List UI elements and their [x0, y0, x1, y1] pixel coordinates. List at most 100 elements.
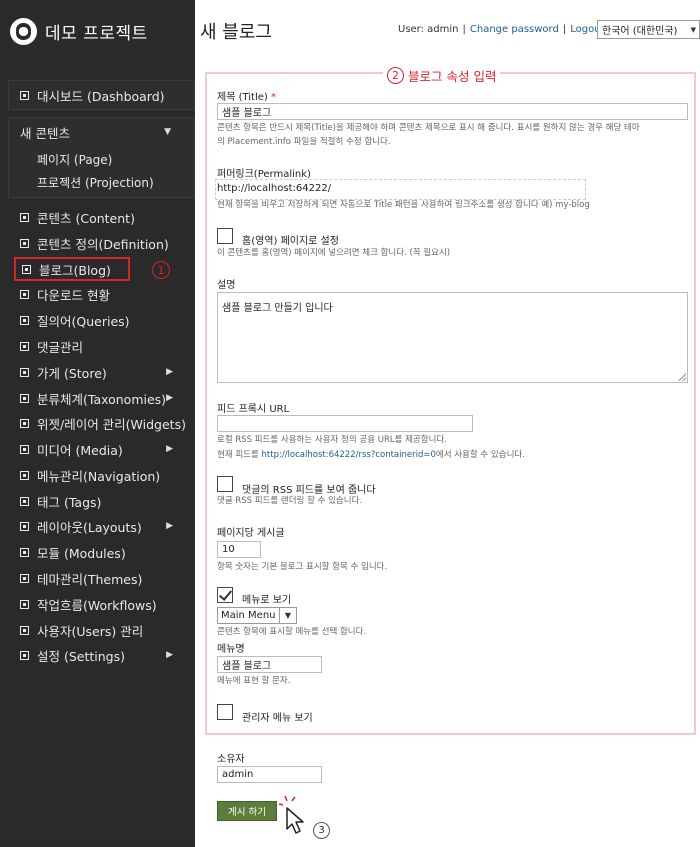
menu-select-value: Main Menu — [221, 610, 276, 621]
home-page-label: 홈(영역) 페이지로 설정 — [242, 236, 339, 247]
user-bar: User: admin | Change password | Logout — [398, 24, 604, 35]
sidebar-item-label: 테마관리(Themes) — [37, 571, 143, 587]
bullet-icon — [20, 90, 29, 100]
feed-proxy-input[interactable] — [217, 415, 473, 432]
app-title: 데모 프로젝트 — [45, 24, 148, 44]
sidebar-subitem-page[interactable]: 페이지 (Page) — [37, 151, 112, 168]
sidebar-item-content[interactable]: 콘텐츠 (Content) — [8, 204, 195, 230]
sidebar-item-label: 블로그(Blog) — [39, 262, 111, 278]
bullet-icon — [20, 470, 29, 480]
sidebar-item-label: 미디어 (Media) — [37, 442, 123, 458]
bullet-icon — [20, 625, 29, 635]
sidebar-item-label: 작업흐름(Workflows) — [37, 597, 157, 613]
change-password-link[interactable]: Change password — [470, 24, 559, 35]
chevron-down-icon: ▼ — [690, 26, 696, 34]
separator: | — [562, 24, 567, 35]
menu-hint: 콘텐츠 항목에 표시할 메뉴를 선택 합니다. — [217, 627, 367, 637]
bullet-icon — [20, 547, 29, 557]
title-hint-2: 의 Placement.info 파일을 적절히 수정 합니다. — [217, 137, 391, 147]
menu-name-input[interactable]: 샘플 블로그 — [217, 656, 322, 673]
sidebar-item-workflows[interactable]: 작업흐름(Workflows) — [8, 591, 195, 617]
title-input[interactable]: 샘플 블로그 — [217, 103, 688, 120]
description-textarea[interactable]: 샘플 블로그 만들기 입니다 — [217, 292, 688, 383]
sidebar-item-label: 모듈 (Modules) — [37, 545, 126, 561]
sidebar-item-label: 가게 (Store) — [37, 365, 107, 381]
sidebar-item-label: 설정 (Settings) — [37, 648, 125, 664]
chevron-down-icon: ▼ — [164, 127, 171, 137]
admin-menu-checkbox[interactable] — [217, 704, 233, 720]
feed-hint-1: 로컬 RSS 피드를 사용하는 사용자 정의 공용 URL를 제공합니다. — [217, 435, 447, 445]
publish-button[interactable]: 게시 하기 — [217, 801, 277, 821]
title-label: 제목 (Title) * — [217, 88, 276, 103]
title-hint-1: 콘텐츠 항목은 반드시 제목(Title)을 제공해야 하며 콘텐츠 제목으로 … — [217, 123, 640, 133]
show-menu-checkbox[interactable] — [217, 587, 233, 603]
sidebar-item-label: 분류체계(Taxonomies) — [37, 391, 167, 407]
sidebar-item-definition[interactable]: 콘텐츠 정의(Definition) — [8, 230, 195, 256]
sidebar-item-users[interactable]: 사용자(Users) 관리 — [8, 617, 195, 643]
sidebar-item-taxonomies[interactable]: 분류체계(Taxonomies) ▶ — [8, 385, 195, 411]
bullet-icon — [20, 393, 29, 403]
sidebar-item-modules[interactable]: 모듈 (Modules) — [8, 539, 195, 565]
feed-hint-2-prefix: 현재 피드를 — [217, 450, 262, 460]
chevron-right-icon: ▶ — [166, 521, 173, 531]
chevron-right-icon: ▶ — [166, 444, 173, 454]
menu-name-label: 메뉴명 — [217, 644, 245, 655]
menu-name-hint: 메뉴에 표현 할 문자. — [217, 676, 291, 686]
chevron-down-icon: ▼ — [279, 608, 296, 623]
bullet-icon — [20, 289, 29, 299]
sidebar-item-queries[interactable]: 질의어(Queries) — [8, 307, 195, 333]
menu-select[interactable]: Main Menu ▼ — [217, 607, 297, 624]
sidebar-item-media[interactable]: 미디어 (Media) ▶ — [8, 436, 195, 462]
owner-label: 소유자 — [217, 754, 245, 765]
bullet-icon — [20, 212, 29, 222]
language-select[interactable]: 한국어 (대한민국) ▼ — [597, 20, 700, 39]
bullet-icon — [20, 496, 29, 506]
user-name: User: admin — [398, 24, 459, 35]
sidebar-item-blog[interactable]: 블로그(Blog) — [14, 257, 130, 281]
comment-rss-checkbox[interactable] — [217, 476, 233, 492]
show-menu-label: 메뉴로 보기 — [242, 595, 292, 606]
sidebar-item-label: 댓글관리 — [37, 339, 84, 355]
description-text: 샘플 블로그 만들기 입니다 — [222, 303, 333, 314]
page-title: 새 블로그 — [200, 22, 272, 43]
bullet-icon — [20, 238, 29, 248]
resize-grip-icon[interactable] — [678, 373, 686, 381]
permalink-hint: 현재 항목을 비우고 저장하게 되면 자동으로 Title 패턴을 사용하여 링… — [217, 200, 590, 210]
sidebar-item-label: 레이아웃(Layouts) — [37, 519, 142, 535]
sidebar-item-new-content[interactable]: 새 콘텐츠 ▼ — [8, 119, 195, 145]
sidebar-item-widgets[interactable]: 위젯/레이어 관리(Widgets) — [8, 410, 195, 436]
home-page-checkbox[interactable] — [217, 228, 233, 244]
per-page-label: 페이지당 게시글 — [217, 528, 285, 539]
home-page-hint: 이 콘텐츠를 홈(영역) 페이지에 넣으려면 체크 합니다. (꼭 필요시) — [217, 248, 451, 258]
per-page-hint: 항목 숫자는 기본 블로그 표시할 항목 수 입니다. — [217, 562, 388, 572]
permalink-input[interactable]: http://localhost:64222/ — [217, 183, 331, 194]
comment-rss-hint: 댓글 RSS 피드를 렌더링 할 수 있습니다. — [217, 496, 363, 506]
owner-input[interactable]: admin — [217, 766, 322, 783]
bullet-icon — [20, 573, 29, 583]
per-page-input[interactable]: 10 — [217, 541, 261, 558]
feed-proxy-label: 피드 프록시 URL — [217, 404, 290, 415]
sidebar-item-label: 대시보드 (Dashboard) — [37, 88, 165, 104]
sidebar-item-layouts[interactable]: 레이아웃(Layouts) ▶ — [8, 513, 195, 539]
bullet-icon — [22, 264, 31, 274]
feed-hint-2: 현재 피드를 http://localhost:64222/rss?contai… — [217, 448, 525, 462]
sidebar-item-navigation[interactable]: 메뉴관리(Navigation) — [8, 462, 195, 488]
permalink-label: 퍼머링크(Permalink) — [217, 169, 311, 180]
sidebar-item-tags[interactable]: 태그 (Tags) — [8, 488, 195, 514]
admin-menu-label: 관리자 메뉴 보기 — [242, 713, 313, 724]
sidebar-item-themes[interactable]: 테마관리(Themes) — [8, 565, 195, 591]
feed-hint-2-suffix: 에서 사용할 수 있습니다. — [435, 450, 525, 460]
sidebar-item-store[interactable]: 가게 (Store) ▶ — [8, 359, 195, 385]
app-logo[interactable]: 데모 프로젝트 — [10, 18, 148, 45]
chevron-right-icon: ▶ — [166, 367, 173, 377]
bullet-icon — [20, 599, 29, 609]
sidebar-item-comments[interactable]: 댓글관리 — [8, 333, 195, 359]
bullet-icon — [20, 521, 29, 531]
sidebar-item-label: 위젯/레이어 관리(Widgets) — [37, 416, 186, 432]
sidebar-item-downloads[interactable]: 다운로드 현황 — [8, 281, 195, 307]
sidebar-item-dashboard[interactable]: 대시보드 (Dashboard) — [8, 82, 195, 108]
feed-url-link[interactable]: http://localhost:64222/rss?containerid=0 — [262, 450, 436, 460]
callout-label: 블로그 속성 입력 — [408, 69, 497, 84]
sidebar-item-settings[interactable]: 설정 (Settings) ▶ — [8, 642, 195, 668]
sidebar-subitem-projection[interactable]: 프로젝션 (Projection) — [37, 174, 154, 191]
